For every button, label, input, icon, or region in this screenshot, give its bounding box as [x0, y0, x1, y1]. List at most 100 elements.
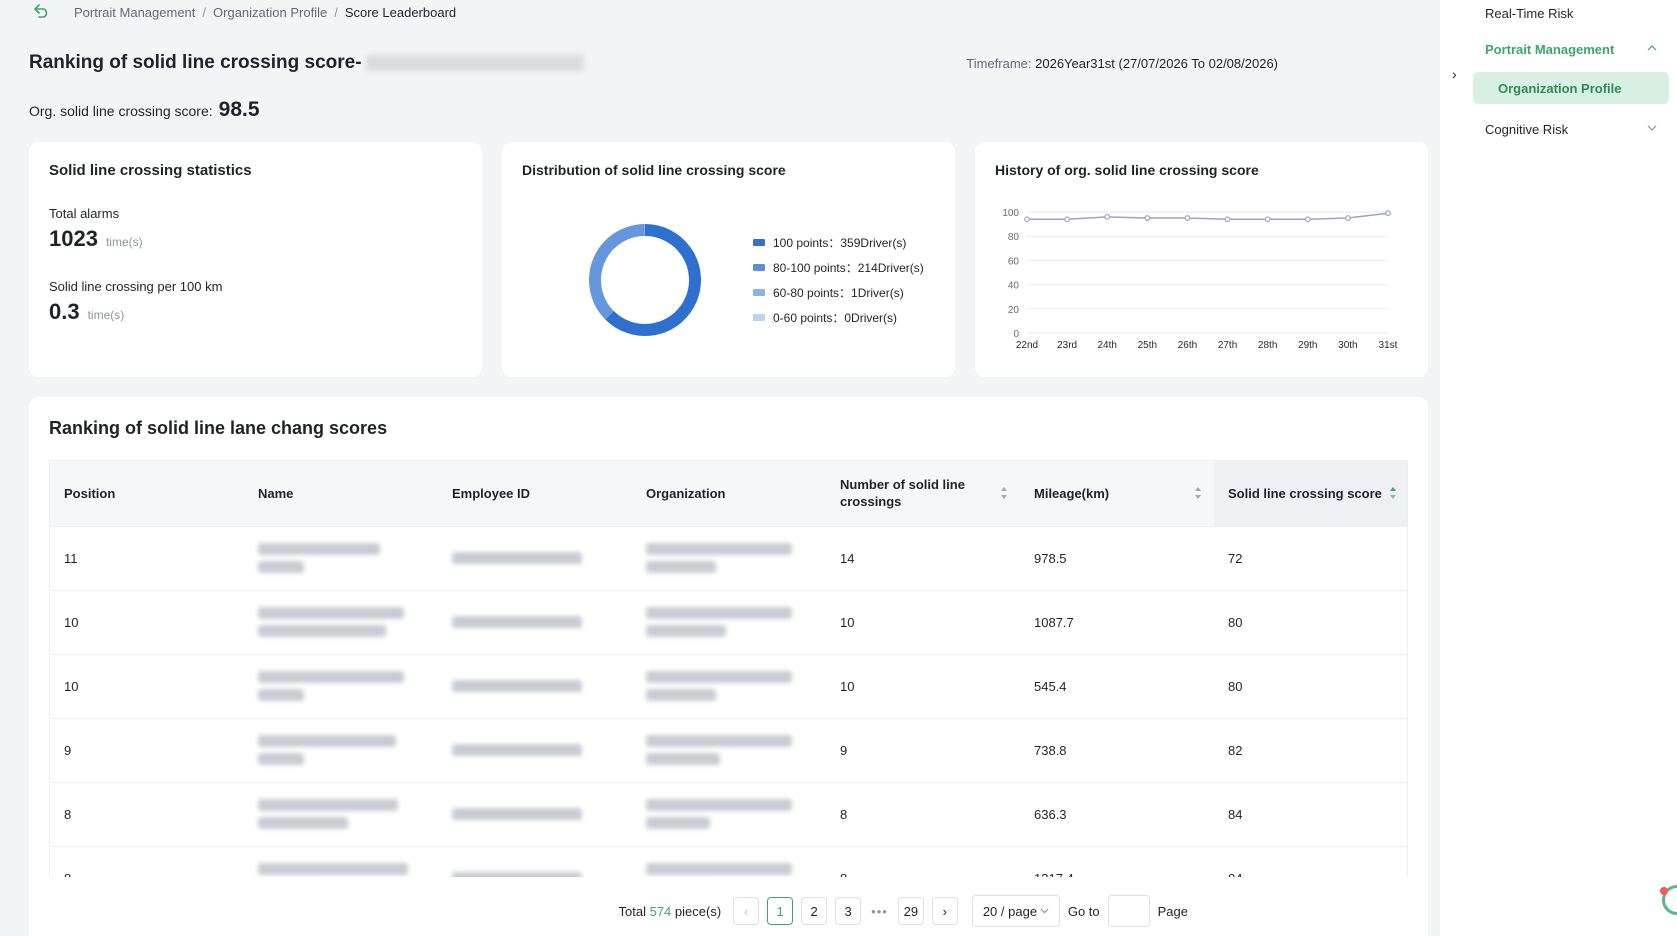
- column-header-score[interactable]: Solid line crossing score: [1214, 461, 1407, 527]
- column-header-crossings[interactable]: Number of solid line crossings: [826, 461, 1020, 527]
- legend-item-0-60[interactable]: 0-60 points：0Driver(s): [753, 309, 924, 325]
- donut-chart: [589, 224, 701, 336]
- prev-page-button[interactable]: ‹: [733, 897, 760, 925]
- history-point[interactable]: [1184, 215, 1191, 221]
- history-point[interactable]: [1224, 216, 1231, 223]
- cell-position: 10: [50, 654, 244, 719]
- ranking-table-wrap[interactable]: Position Name Employee ID Organization N…: [49, 460, 1408, 877]
- table-row[interactable]: 8 8 636.3 84: [50, 782, 1407, 847]
- history-point[interactable]: [1144, 215, 1151, 221]
- cell-name-redacted: [244, 718, 438, 783]
- sort-icon[interactable]: [1194, 485, 1202, 501]
- x-tick-label: 23rd: [1057, 340, 1077, 351]
- ranking-table: Position Name Employee ID Organization N…: [50, 461, 1407, 877]
- history-point[interactable]: [1344, 215, 1351, 221]
- notification-dot: [1660, 887, 1668, 895]
- sort-icon[interactable]: [1389, 485, 1397, 501]
- table-row[interactable]: 10 10 545.4 80: [50, 654, 1407, 719]
- cell-employee-id-redacted: [438, 526, 632, 591]
- column-header-position: Position: [50, 461, 244, 527]
- legend-item-80-100[interactable]: 80-100 points：214Driver(s): [753, 259, 924, 275]
- history-card: History of org. solid line crossing scor…: [975, 142, 1428, 377]
- page-button-2[interactable]: 2: [801, 897, 828, 925]
- history-point[interactable]: [1024, 216, 1030, 223]
- pagination-total-prefix: Total: [618, 903, 646, 919]
- pagination-ellipsis[interactable]: •••: [871, 904, 888, 919]
- page-size-value: 20 / page: [982, 903, 1038, 919]
- x-tick-label: 28th: [1258, 340, 1277, 351]
- chevron-down-icon[interactable]: [1647, 125, 1657, 131]
- per100-label: Solid line crossing per 100 km: [49, 279, 223, 294]
- timeframe: Timeframe: 2026Year31st (27/07/2026 To 0…: [966, 56, 1278, 71]
- donut-slice-100-points[interactable]: [605, 224, 701, 336]
- total-alarms: 1023 time(s): [49, 226, 143, 252]
- donut-slice-80-100-points[interactable]: [589, 224, 645, 320]
- page-size-select[interactable]: 20 / page: [971, 895, 1060, 927]
- page-button-1[interactable]: 1: [767, 897, 794, 925]
- org-score: Org. solid line crossing score: 98.5: [29, 98, 260, 122]
- statistics-card: Solid line crossing statistics Total ala…: [29, 142, 482, 377]
- breadcrumb: Portrait Management / Organization Profi…: [32, 4, 456, 20]
- history-point[interactable]: [1264, 216, 1271, 223]
- cell-employee-id-redacted: [438, 590, 632, 655]
- distribution-card: Distribution of solid line crossing scor…: [502, 142, 955, 377]
- column-header-name: Name: [244, 461, 438, 527]
- cell-organization-redacted: [632, 782, 826, 847]
- cell-position: 11: [50, 526, 244, 591]
- per100: 0.3 time(s): [49, 299, 124, 325]
- page-button-3[interactable]: 3: [835, 897, 862, 925]
- y-tick-label: 0: [1013, 329, 1019, 340]
- back-icon[interactable]: [32, 4, 52, 20]
- history-point[interactable]: [1104, 213, 1111, 220]
- x-tick-label: 25th: [1138, 340, 1157, 351]
- legend-item-60-80[interactable]: 60-80 points：1Driver(s): [753, 284, 924, 300]
- chevron-right-icon[interactable]: ›: [1452, 66, 1457, 82]
- per100-unit: time(s): [87, 308, 125, 322]
- sidebar-item-portrait-management[interactable]: Portrait Management: [1485, 42, 1614, 57]
- legend-item-100[interactable]: 100 points：359Driver(s): [753, 234, 924, 250]
- breadcrumb-link-portrait-management[interactable]: Portrait Management: [74, 5, 195, 20]
- cell-employee-id-redacted: [438, 654, 632, 719]
- legend-swatch: [753, 313, 765, 321]
- cell-crossings: 10: [826, 654, 1020, 719]
- cell-score: 82: [1214, 718, 1407, 783]
- breadcrumb-link-organization-profile[interactable]: Organization Profile: [213, 5, 327, 20]
- legend-label: 80-100 points：214Driver(s): [773, 260, 924, 275]
- sidebar-item-organization-profile[interactable]: Organization Profile: [1473, 72, 1669, 104]
- page-title: Ranking of solid line crossing score-: [29, 52, 584, 74]
- cell-position: 9: [50, 718, 244, 783]
- history-point[interactable]: [1064, 216, 1071, 223]
- page-button-last[interactable]: 29: [897, 897, 924, 925]
- timeframe-label: Timeframe:: [966, 56, 1032, 71]
- total-alarms-unit: time(s): [105, 235, 143, 249]
- table-row[interactable]: 10 10 1087.7 80: [50, 590, 1407, 655]
- cell-score: 84: [1214, 782, 1407, 847]
- breadcrumb-separator: /: [202, 4, 207, 20]
- cell-score: 72: [1214, 526, 1407, 591]
- cell-crossings: 9: [826, 718, 1020, 783]
- cell-mileage: 738.8: [1020, 718, 1214, 783]
- total-alarms-value: 1023: [49, 226, 98, 251]
- org-score-value: 98.5: [218, 98, 260, 121]
- cell-organization-redacted: [632, 846, 826, 877]
- table-row[interactable]: 9 9 738.8 82: [50, 718, 1407, 783]
- cell-organization-redacted: [632, 526, 826, 591]
- table-row[interactable]: 11 14 978.5 72: [50, 526, 1407, 591]
- history-point[interactable]: [1385, 210, 1391, 217]
- next-page-button[interactable]: ›: [931, 897, 958, 925]
- goto-page-input[interactable]: [1107, 895, 1150, 927]
- column-header-mileage[interactable]: Mileage(km): [1020, 461, 1214, 527]
- sidebar-item-real-time-risk[interactable]: Real-Time Risk: [1485, 6, 1573, 21]
- history-point[interactable]: [1304, 216, 1311, 223]
- total-alarms-label: Total alarms: [49, 206, 120, 221]
- legend-label: 100 points：359Driver(s): [773, 235, 907, 250]
- history-series-line: [1027, 212, 1389, 221]
- main-content: Portrait Management / Organization Profi…: [0, 0, 1440, 936]
- column-header-employee-id: Employee ID: [438, 461, 632, 527]
- x-tick-label: 31st: [1379, 340, 1398, 351]
- sidebar-item-cognitive-risk[interactable]: Cognitive Risk: [1485, 122, 1568, 137]
- y-tick-label: 40: [1008, 281, 1020, 292]
- table-row[interactable]: 8 8 1317.4 84: [50, 846, 1407, 877]
- chevron-up-icon[interactable]: [1647, 45, 1657, 51]
- sort-icon[interactable]: [1000, 485, 1008, 501]
